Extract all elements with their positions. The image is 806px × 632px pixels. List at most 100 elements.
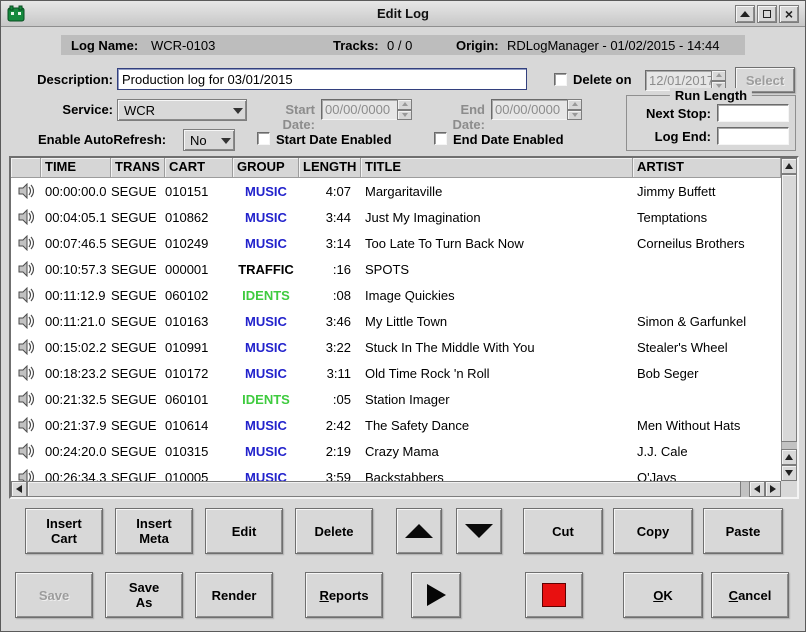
- cell-title: The Safety Dance: [361, 418, 633, 433]
- speaker-icon: [11, 443, 41, 459]
- cell-artist: Corneilus Brothers: [633, 236, 781, 251]
- speaker-icon: [11, 261, 41, 277]
- column-header[interactable]: TIME: [41, 158, 111, 178]
- cell-length: 3:44: [299, 210, 361, 225]
- cell-trans: SEGUE: [111, 314, 165, 329]
- reports-button[interactable]: Reports: [305, 572, 383, 618]
- column-header[interactable]: GROUP: [233, 158, 299, 178]
- next-stop-input[interactable]: [717, 104, 789, 122]
- cell-length: 3:59: [299, 470, 361, 482]
- table-row[interactable]: 00:11:12.9SEGUE060102IDENTS:08Image Quic…: [11, 282, 781, 308]
- table-row[interactable]: 00:15:02.2SEGUE010991MUSIC3:22Stuck In T…: [11, 334, 781, 360]
- cell-group: MUSIC: [233, 236, 299, 251]
- cell-trans: SEGUE: [111, 366, 165, 381]
- spin-down-icon: [397, 110, 412, 121]
- cell-length: 2:19: [299, 444, 361, 459]
- shade-icon[interactable]: [735, 5, 755, 23]
- insert-cart-button[interactable]: Insert Cart: [25, 508, 103, 554]
- cell-title: SPOTS: [361, 262, 633, 277]
- column-header[interactable]: TRANS: [111, 158, 165, 178]
- start-date-enabled-checkbox[interactable]: [257, 132, 270, 145]
- copy-button[interactable]: Copy: [613, 508, 693, 554]
- ok-button[interactable]: OK: [623, 572, 703, 618]
- chevron-down-icon: [233, 108, 243, 114]
- render-button[interactable]: Render: [195, 572, 273, 618]
- table-row[interactable]: 00:21:37.9SEGUE010614MUSIC2:42The Safety…: [11, 412, 781, 438]
- column-header[interactable]: CART: [165, 158, 233, 178]
- cell-group: MUSIC: [233, 340, 299, 355]
- service-value: WCR: [124, 103, 155, 118]
- insert-meta-button[interactable]: Insert Meta: [115, 508, 193, 554]
- horizontal-scrollbar-thumb[interactable]: [27, 481, 741, 497]
- vertical-scrollbar[interactable]: [781, 158, 797, 481]
- table-row[interactable]: 00:21:32.5SEGUE060101IDENTS:05Station Im…: [11, 386, 781, 412]
- scroll-left-icon[interactable]: [11, 481, 27, 497]
- autorefresh-combobox[interactable]: No: [183, 129, 235, 151]
- cell-trans: SEGUE: [111, 392, 165, 407]
- scroll-up-icon[interactable]: [781, 158, 797, 174]
- table-row[interactable]: 00:07:46.5SEGUE010249MUSIC3:14Too Late T…: [11, 230, 781, 256]
- cell-title: Margaritaville: [361, 184, 633, 199]
- end-date-enabled-label: End Date Enabled: [453, 132, 564, 147]
- cell-title: Stuck In The Middle With You: [361, 340, 633, 355]
- table-row[interactable]: 00:10:57.3SEGUE000001TRAFFIC:16SPOTS: [11, 256, 781, 282]
- stop-button[interactable]: [525, 572, 583, 618]
- edit-button[interactable]: Edit: [205, 508, 283, 554]
- spin-down-icon: [567, 110, 582, 121]
- cell-cart: 010172: [165, 366, 233, 381]
- log-end-input[interactable]: [717, 127, 789, 145]
- cell-cart: 000001: [165, 262, 233, 277]
- cell-trans: SEGUE: [111, 184, 165, 199]
- spin-up-icon: [397, 99, 412, 110]
- table-row[interactable]: 00:18:23.2SEGUE010172MUSIC3:11Old Time R…: [11, 360, 781, 386]
- scroll-down-icon[interactable]: [781, 465, 797, 481]
- description-label: Description:: [21, 72, 113, 87]
- cancel-button[interactable]: Cancel: [711, 572, 789, 618]
- move-down-button[interactable]: [456, 508, 502, 554]
- titlebar[interactable]: Edit Log ×: [1, 1, 805, 27]
- scroll-right-icon[interactable]: [765, 481, 781, 497]
- close-icon[interactable]: ×: [779, 5, 799, 23]
- end-date-value: 00/00/0000: [491, 99, 567, 120]
- cell-title: Image Quickies: [361, 288, 633, 303]
- cell-length: :16: [299, 262, 361, 277]
- column-header[interactable]: [11, 158, 41, 178]
- table-row[interactable]: 00:26:34.3SEGUE010005MUSIC3:59Backstabbe…: [11, 464, 781, 481]
- cell-time: 00:26:34.3: [41, 470, 111, 482]
- description-input[interactable]: [117, 68, 527, 90]
- cell-cart: 010614: [165, 418, 233, 433]
- service-combobox[interactable]: WCR: [117, 99, 247, 121]
- horizontal-scrollbar[interactable]: [11, 481, 781, 497]
- vertical-scrollbar-thumb[interactable]: [781, 174, 797, 442]
- cell-artist: Stealer's Wheel: [633, 340, 781, 355]
- table-row[interactable]: 00:04:05.1SEGUE010862MUSIC3:44Just My Im…: [11, 204, 781, 230]
- table-row[interactable]: 00:00:00.0SEGUE010151MUSIC4:07Margaritav…: [11, 178, 781, 204]
- speaker-icon: [11, 365, 41, 381]
- log-table: TIMETRANSCARTGROUPLENGTHTITLEARTIST 00:0…: [9, 156, 799, 499]
- column-header[interactable]: TITLE: [361, 158, 633, 178]
- table-row[interactable]: 00:24:20.0SEGUE010315MUSIC2:19Crazy Mama…: [11, 438, 781, 464]
- end-date-enabled-checkbox[interactable]: [434, 132, 447, 145]
- cut-button[interactable]: Cut: [523, 508, 603, 554]
- cell-title: Old Time Rock 'n Roll: [361, 366, 633, 381]
- speaker-icon: [11, 469, 41, 481]
- cell-time: 00:21:37.9: [41, 418, 111, 433]
- cell-trans: SEGUE: [111, 444, 165, 459]
- column-header[interactable]: LENGTH: [299, 158, 361, 178]
- cell-length: 3:22: [299, 340, 361, 355]
- cell-time: 00:07:46.5: [41, 236, 111, 251]
- cell-artist: Jimmy Buffett: [633, 184, 781, 199]
- scroll-left-icon[interactable]: [749, 481, 765, 497]
- column-header[interactable]: ARTIST: [633, 158, 781, 178]
- cell-length: 2:42: [299, 418, 361, 433]
- delete-on-checkbox[interactable]: [554, 73, 567, 86]
- paste-button[interactable]: Paste: [703, 508, 783, 554]
- table-row[interactable]: 00:11:21.0SEGUE010163MUSIC3:46My Little …: [11, 308, 781, 334]
- maximize-icon[interactable]: [757, 5, 777, 23]
- delete-button[interactable]: Delete: [295, 508, 373, 554]
- play-button[interactable]: [411, 572, 461, 618]
- scroll-up-icon[interactable]: [781, 449, 797, 465]
- save-as-button[interactable]: Save As: [105, 572, 183, 618]
- speaker-icon: [11, 313, 41, 329]
- move-up-button[interactable]: [396, 508, 442, 554]
